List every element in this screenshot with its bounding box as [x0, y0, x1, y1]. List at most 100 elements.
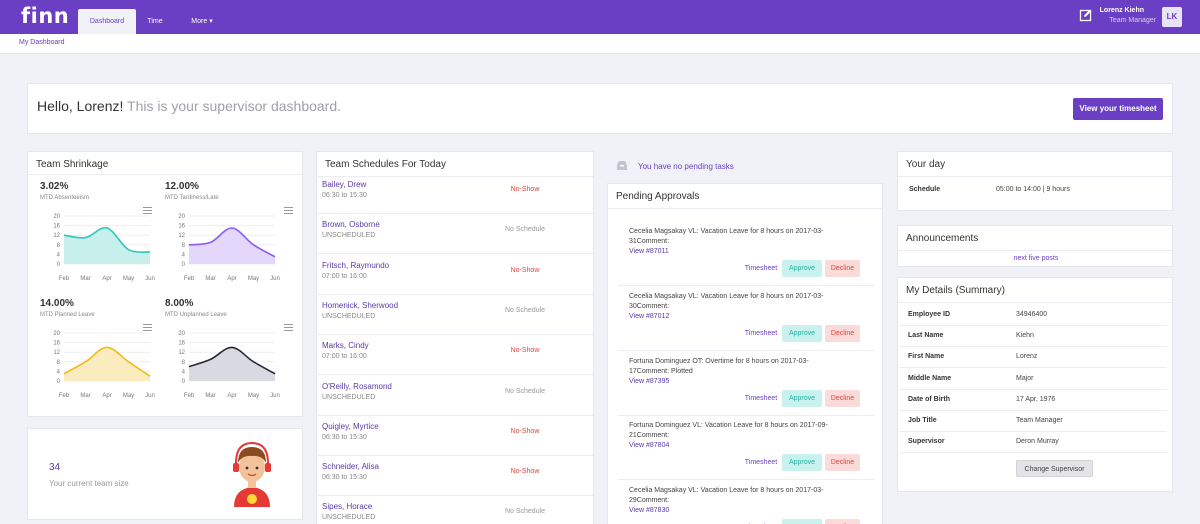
decline-button[interactable]: Decline — [825, 389, 860, 407]
approve-button[interactable]: Approve — [782, 260, 822, 277]
row-divider — [900, 346, 1167, 348]
card-title: Pending Approvals — [616, 191, 700, 202]
employee-name[interactable]: Homenick, Sherwood — [322, 301, 398, 310]
view-request-link[interactable]: View #87011 — [629, 248, 669, 255]
x-tick-label: Feb — [184, 393, 195, 399]
card-title: My Details (Summary) — [906, 285, 1005, 296]
x-tick-label: Mar — [205, 393, 215, 399]
employee-shift: UNSCHEDULED — [322, 232, 376, 240]
timesheet-button[interactable]: Timesheet — [740, 519, 782, 524]
inbox-icon — [617, 161, 627, 170]
x-tick-label: Apr — [102, 276, 111, 282]
attendance-status: No-Show — [510, 347, 540, 355]
edit-icon[interactable] — [1079, 8, 1093, 22]
decline-button[interactable]: Decline — [825, 519, 860, 524]
row-divider — [618, 349, 874, 351]
y-tick-label: 20 — [178, 214, 185, 220]
x-tick-label: Apr — [227, 393, 236, 399]
detail-value: Lorenz — [1016, 353, 1038, 361]
employee-name[interactable]: Marks, Cindy — [322, 341, 369, 350]
attendance-status: No-Show — [510, 427, 540, 435]
detail-value: 17 Apr, 1976 — [1016, 395, 1056, 403]
detail-label: Date of Birth — [908, 395, 950, 403]
card-title: Announcements — [906, 233, 979, 244]
change-supervisor-button[interactable]: Change Supervisor — [1016, 460, 1093, 477]
attendance-status: No Schedule — [504, 387, 546, 395]
y-tick-label: 0 — [182, 262, 186, 268]
announcements-card: Announcements next five posts — [897, 225, 1173, 267]
approval-comment: 31Comment: — [629, 238, 670, 245]
tab-more[interactable]: More ▾ — [184, 9, 220, 34]
chart-menu-icon[interactable] — [143, 324, 152, 331]
x-tick-label: May — [248, 276, 259, 282]
employee-name[interactable]: Bailey, Drew — [322, 180, 366, 189]
employee-name[interactable]: Fritsch, Raymundo — [322, 261, 389, 270]
chart-menu-icon[interactable] — [284, 324, 293, 331]
approve-button[interactable]: Approve — [782, 389, 822, 407]
pending-tasks-message: You have no pending tasks — [638, 162, 734, 171]
chart-menu-icon[interactable] — [284, 207, 293, 214]
timesheet-button[interactable]: Timesheet — [740, 325, 782, 342]
employee-name[interactable]: Quigley, Myrtice — [322, 422, 379, 431]
row-divider — [900, 452, 1167, 454]
detail-value: 34946400 — [1016, 311, 1048, 318]
approve-button[interactable]: Approve — [782, 454, 822, 472]
y-tick-label: 12 — [178, 350, 185, 356]
next-posts-link[interactable]: next five posts — [898, 255, 1174, 262]
planned-leave-value: 14.00% — [40, 298, 74, 309]
x-tick-label: Mar — [80, 393, 90, 399]
detail-label: Last Name — [908, 332, 944, 340]
attendance-status: No-Show — [510, 468, 540, 476]
tab-dashboard[interactable]: Dashboard — [78, 9, 136, 34]
x-tick-label: Feb — [59, 393, 70, 399]
card-title: Team Schedules For Today — [325, 159, 446, 170]
tardiness-value: 12.00% — [165, 181, 199, 192]
employee-shift: 07:00 to 16:00 — [322, 353, 367, 361]
absenteeism-value: 3.02% — [40, 181, 69, 192]
employee-name[interactable]: Schneider, Alisa — [322, 462, 379, 471]
app-logo[interactable]: finn — [21, 4, 69, 28]
row-divider — [317, 213, 593, 214]
view-request-link[interactable]: View #87804 — [629, 442, 669, 449]
x-tick-label: May — [123, 393, 134, 399]
tardiness-label: MTD Tardiness/Late — [165, 195, 219, 201]
approve-button[interactable]: Approve — [782, 519, 822, 524]
chart-menu-icon[interactable] — [143, 207, 152, 214]
approval-description: Fortuna Dominguez VL: Vacation Leave for… — [629, 422, 828, 430]
detail-label: Middle Name — [908, 374, 952, 382]
decline-button[interactable]: Decline — [825, 454, 860, 472]
y-tick-label: 4 — [182, 369, 186, 375]
avatar[interactable]: LK — [1162, 7, 1182, 27]
timesheet-button[interactable]: Timesheet — [740, 260, 782, 277]
breadcrumb[interactable]: My Dashboard — [19, 39, 65, 46]
tab-time[interactable]: Time — [140, 9, 170, 34]
employee-name[interactable]: Brown, Osborne — [322, 220, 380, 229]
decline-button[interactable]: Decline — [825, 260, 860, 277]
employee-name[interactable]: O'Reilly, Rosamond — [322, 382, 392, 391]
approval-comment: 21Comment: — [629, 432, 670, 440]
approval-description: Fortuna Dominguez OT: Overtime for 8 hou… — [629, 357, 809, 365]
approval-comment: 29Comment: — [629, 497, 670, 505]
view-request-link[interactable]: View #87395 — [629, 378, 669, 385]
detail-value: Team Manager — [1016, 417, 1063, 424]
detail-value: Kiehn — [1016, 332, 1034, 340]
view-request-link[interactable]: View #87012 — [629, 313, 669, 320]
y-tick-label: 8 — [57, 360, 61, 366]
timesheet-button[interactable]: Timesheet — [740, 454, 782, 471]
schedule-label: Schedule — [909, 186, 941, 193]
y-tick-label: 20 — [53, 214, 60, 220]
your-day-card: Your day Schedule 05:00 to 14:00 | 9 hou… — [897, 151, 1173, 211]
view-request-link[interactable]: View #87830 — [629, 507, 669, 514]
employee-name[interactable]: Sipes, Horace — [322, 502, 372, 511]
view-timesheet-button[interactable]: View your timesheet — [1073, 98, 1163, 120]
planned-leave-chart: 20 16 12 8 4 0 Feb Mar Apr May Jun — [53, 331, 155, 399]
timesheet-button[interactable]: Timesheet — [740, 390, 782, 407]
y-tick-label: 8 — [57, 243, 61, 249]
y-tick-label: 8 — [182, 360, 186, 366]
employee-shift: UNSCHEDULED — [322, 393, 376, 401]
x-tick-label: Jun — [270, 393, 280, 399]
row-divider — [618, 479, 874, 481]
area-fill — [64, 227, 150, 264]
approve-button[interactable]: Approve — [782, 324, 822, 342]
decline-button[interactable]: Decline — [825, 324, 860, 342]
